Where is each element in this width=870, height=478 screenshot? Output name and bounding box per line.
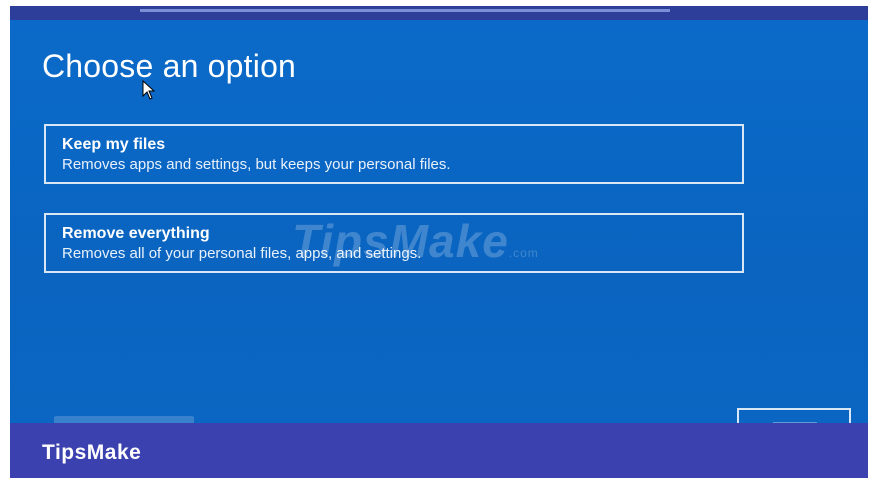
screenshot-frame: Choose an option Keep my files Removes a… <box>0 0 870 478</box>
keep-my-files-option[interactable]: Keep my files Removes apps and settings,… <box>44 124 744 184</box>
option-description: Removes apps and settings, but keeps you… <box>62 156 451 173</box>
mouse-pointer-icon <box>142 80 156 100</box>
watermark-logo: TipsMake.com <box>292 214 539 268</box>
page-title: Choose an option <box>42 48 297 84</box>
top-edge-highlight <box>140 9 670 12</box>
option-title: Keep my files <box>62 136 166 153</box>
watermark-suffix: .com <box>508 246 539 260</box>
recovery-screen: Choose an option Keep my files Removes a… <box>10 20 868 436</box>
brand-footer-bar: TipsMake <box>10 423 868 478</box>
watermark-text: TipsMake <box>292 215 509 267</box>
brand-name: TipsMake <box>42 441 142 464</box>
